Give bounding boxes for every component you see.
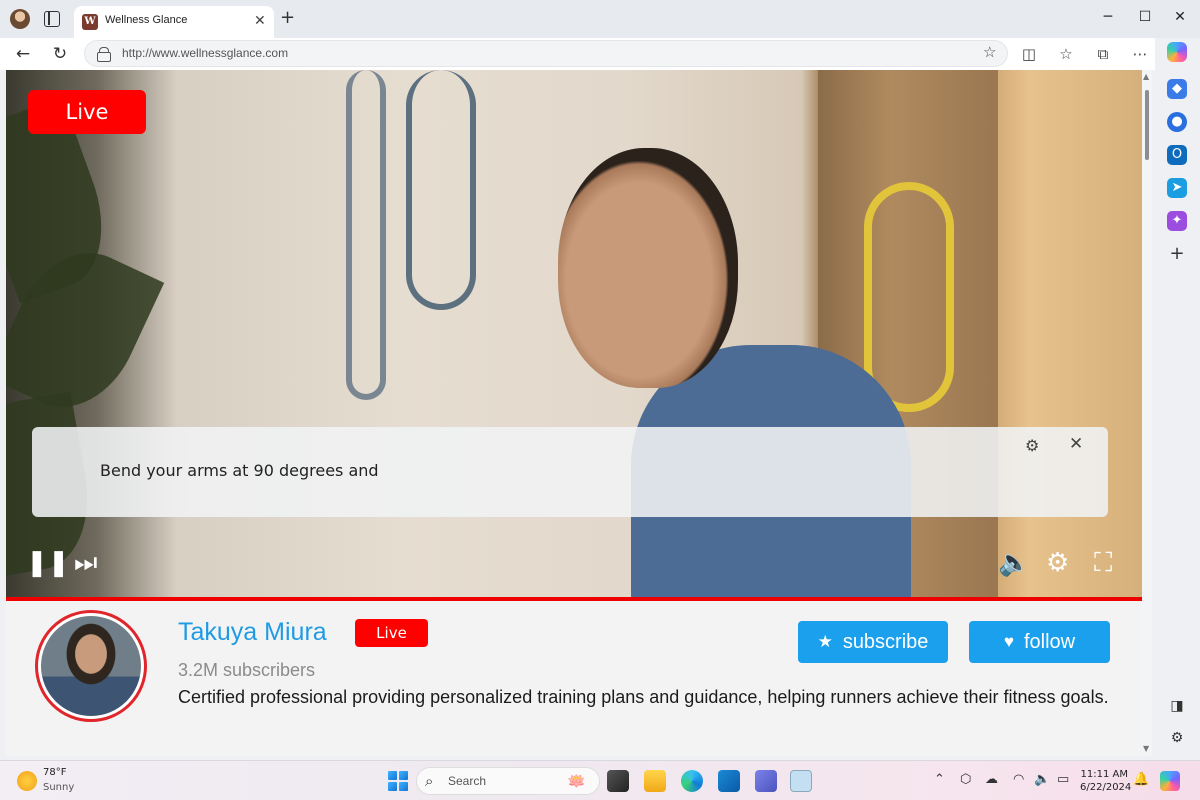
profile-avatar[interactable] [10,9,30,29]
edge-sidebar: ◆ ● O ➤ ✦ + ◨ ⚙ [1155,38,1200,760]
scroll-up-icon[interactable]: ▲ [1143,72,1149,81]
tab-close-icon[interactable]: ✕ [254,13,266,29]
scroll-down-icon[interactable]: ▼ [1143,744,1149,753]
page-scrollbar[interactable]: ▲ ▼ [1142,70,1152,756]
tab-strip: W Wellness Glance ✕ + ─ ☐ ✕ [0,0,1200,38]
edge-icon[interactable] [681,770,703,792]
site-favicon-icon: W [82,14,98,30]
address-bar[interactable]: http://www.wellnessglance.com ☆ [84,40,1008,67]
microsoft365-icon[interactable]: ● [1167,112,1187,132]
network-app-icon[interactable]: ⬡ [960,772,971,787]
tab-actions-icon[interactable] [44,11,60,27]
speaker-icon[interactable]: 🔈 [1034,772,1050,787]
video-settings-icon[interactable]: ⚙ [1046,548,1069,578]
split-screen-icon[interactable]: ◫ [1018,43,1040,65]
add-sidebar-app-icon[interactable]: + [1167,244,1187,264]
start-button[interactable] [388,771,408,791]
yellow-resistance-band [864,182,954,412]
wifi-icon[interactable]: ◠ [1013,772,1024,787]
star-icon: ★ [817,632,833,651]
close-window-button[interactable]: ✕ [1170,8,1190,26]
clock-date: 6/22/2024 [1080,782,1132,793]
subscribe-label: subscribe [842,630,929,653]
battery-icon[interactable]: ▭ [1057,772,1069,787]
clock-time: 11:11 AM [1080,769,1128,780]
onedrive-icon[interactable]: ☁ [985,772,998,787]
store-icon[interactable] [718,770,740,792]
task-view-icon[interactable] [607,770,629,792]
live-caption-box: Bend your arms at 90 degrees and ⚙ ✕ [32,427,1108,517]
windows-taskbar: 78°F Sunny ⌕ Search 🪷 ⌃ ⬡ ☁ ◠ 🔈 ▭ 11:11 … [0,760,1200,800]
page-content: Live Bend your arms at 90 degrees and ⚙ … [6,70,1142,756]
refresh-button[interactable]: ↻ [48,42,72,66]
system-clock[interactable]: 11:11 AM 6/22/2024 [1080,768,1132,794]
file-explorer-icon[interactable] [644,770,666,792]
follow-label: follow [1023,630,1076,653]
resistance-band [346,70,386,400]
url-text[interactable]: http://www.wellnessglance.com [122,46,288,60]
pause-icon[interactable]: ❚❚ [26,548,70,578]
instructor-head [558,148,738,388]
show-hidden-icons-icon[interactable]: ⌃ [934,772,945,787]
send-icon[interactable]: ➤ [1167,178,1187,198]
back-button[interactable]: ← [11,42,35,66]
maximize-button[interactable]: ☐ [1135,8,1155,26]
hide-sidebar-icon[interactable]: ◨ [1167,696,1187,716]
avatar-image [41,616,141,716]
subscribe-button[interactable]: ★ subscribe [798,621,948,663]
caption-settings-icon[interactable]: ⚙ [1025,436,1039,455]
teams-icon[interactable] [755,770,777,792]
search-icon: ⌕ [425,772,434,790]
weather-condition[interactable]: Sunny [43,782,74,793]
channel-name[interactable]: Takuya Miura [178,618,327,647]
notifications-icon[interactable]: 🔔 [1133,772,1149,787]
favorites-icon[interactable]: ☆ [1055,43,1077,65]
minimize-button[interactable]: ─ [1098,8,1118,26]
channel-avatar[interactable] [35,610,147,722]
channel-description: Certified professional providing persona… [178,687,1109,707]
weather-temperature[interactable]: 78°F [43,767,66,778]
sun-icon[interactable] [17,771,37,791]
lock-icon[interactable] [97,47,111,62]
add-favorite-icon[interactable]: ☆ [983,43,996,61]
tab-title: Wellness Glance [105,14,188,26]
new-tab-button[interactable]: + [280,8,295,28]
caption-close-icon[interactable]: ✕ [1069,434,1083,454]
search-placeholder: Search [448,774,487,788]
caption-text: Bend your arms at 90 degrees and [100,461,379,480]
video-progress-bar[interactable] [6,597,1142,601]
live-status-badge: Live [355,619,428,647]
sidebar-settings-icon[interactable]: ⚙ [1167,728,1187,748]
copilot-icon[interactable] [1167,42,1187,62]
resistance-band [406,70,476,310]
heart-icon: ♥ [1003,632,1014,651]
copilot-taskbar-icon[interactable] [1160,771,1180,791]
browser-toolbar: ← ↻ http://www.wellnessglance.com ☆ ◫ ☆ … [0,38,1200,70]
designer-icon[interactable]: ✦ [1167,211,1187,231]
tag-icon[interactable]: ◆ [1167,79,1187,99]
search-highlight-icon: 🪷 [567,772,586,790]
volume-icon[interactable]: 🔈 [998,548,1030,578]
live-video-player[interactable]: Live Bend your arms at 90 degrees and ⚙ … [6,70,1142,597]
active-app-icon[interactable] [790,770,812,792]
subscriber-count: 3.2M subscribers [178,660,316,680]
scrollbar-thumb[interactable] [1145,90,1149,160]
taskbar-search[interactable]: ⌕ Search 🪷 [416,767,600,795]
live-badge: Live [28,90,146,134]
follow-button[interactable]: ♥ follow [969,621,1110,663]
skip-next-icon[interactable]: ⏭ [74,548,97,578]
collections-icon[interactable]: ⧉ [1092,43,1114,65]
more-options-icon[interactable]: ⋯ [1129,43,1151,65]
fullscreen-icon[interactable]: ⛶ [1094,548,1112,578]
browser-tab-active[interactable]: W Wellness Glance ✕ [74,6,274,38]
outlook-icon[interactable]: O [1167,145,1187,165]
